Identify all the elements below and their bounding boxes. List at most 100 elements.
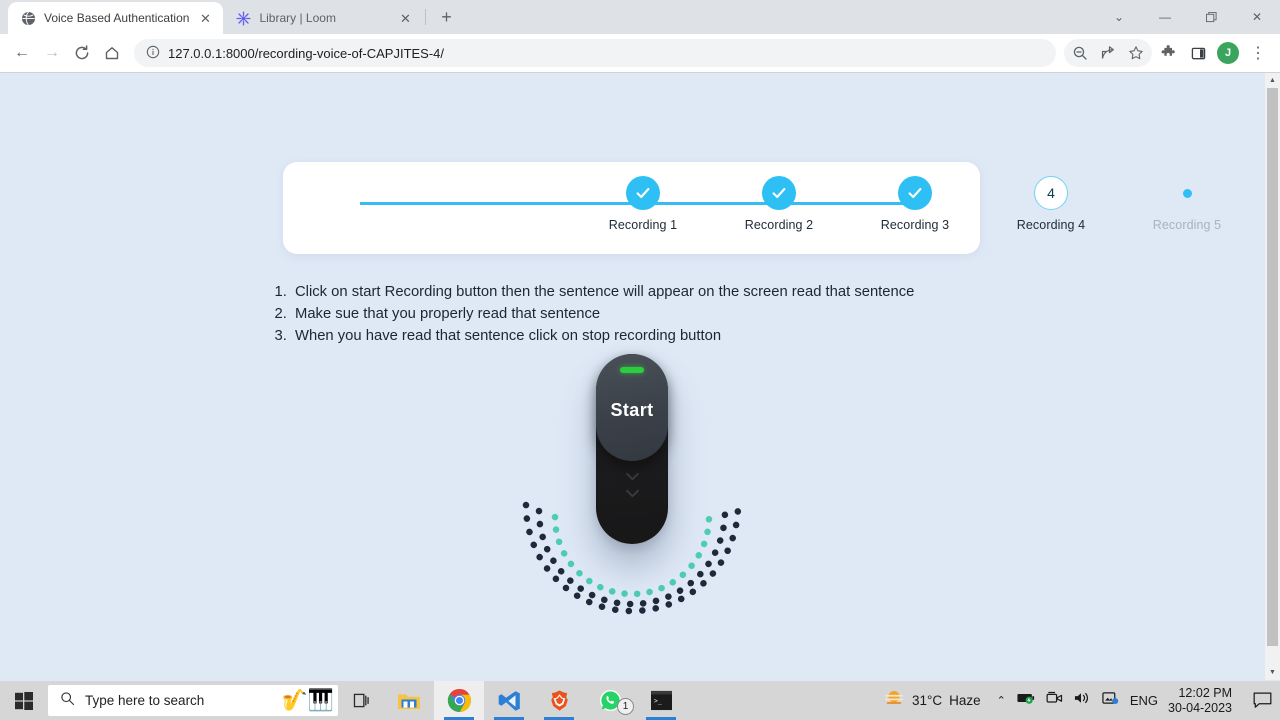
instructions-list: Click on start Recording button then the… — [275, 281, 1035, 347]
device-chevrons — [596, 472, 668, 498]
browser-menu-icon[interactable]: ⋮ — [1244, 39, 1272, 67]
onedrive-icon[interactable] — [1102, 691, 1119, 710]
notification-badge: 1 — [617, 698, 634, 715]
svg-text:>_: >_ — [653, 697, 662, 705]
profile-initial: J — [1217, 42, 1239, 64]
url-text: 127.0.0.1:8000/recording-voice-of-CAPJIT… — [168, 45, 445, 61]
file-explorer-icon[interactable] — [384, 681, 434, 720]
browser-tab-0[interactable]: Voice Based Authentication ✕ — [8, 2, 224, 34]
search-decoration-icon: 🎷🎹 — [281, 689, 334, 712]
scroll-down-icon[interactable]: ▼ — [1265, 665, 1280, 680]
list-item: Make sue that you properly read that sen… — [291, 303, 1035, 325]
search-minus-icon[interactable] — [1066, 39, 1094, 67]
web-page-content: Recording 1 Recording 2 Recording 3 4 Re… — [0, 73, 1265, 680]
browser-toolbar: ← → 127.0.0.1:8000/recording-voice-of-CA… — [0, 34, 1280, 72]
stepper-current-marker: 4 — [1034, 176, 1068, 210]
globe-icon — [20, 10, 36, 26]
recording-progress-card: Recording 1 Recording 2 Recording 3 4 Re… — [283, 162, 1221, 254]
browser-tab-1[interactable]: Library | Loom ✕ — [223, 2, 424, 34]
forward-icon[interactable]: → — [38, 39, 66, 67]
back-icon[interactable]: ← — [8, 39, 36, 67]
google-chrome-icon[interactable] — [434, 681, 484, 720]
stepper-label: Recording 1 — [608, 218, 678, 232]
stepper-label: Recording 3 — [880, 218, 950, 232]
camera-icon[interactable] — [1046, 691, 1063, 710]
task-view-icon[interactable] — [338, 681, 384, 720]
info-circle-icon[interactable] — [146, 45, 160, 62]
list-item: Click on start Recording button then the… — [291, 281, 1035, 303]
clock-date: 30-04-2023 — [1168, 700, 1232, 715]
show-hidden-icons[interactable]: ⌃ — [997, 694, 1006, 707]
search-placeholder: Type here to search — [85, 693, 205, 708]
page-viewport: Recording 1 Recording 2 Recording 3 4 Re… — [0, 73, 1280, 680]
loom-icon — [235, 10, 251, 26]
maximize-button[interactable] — [1188, 0, 1234, 34]
vscode-icon[interactable] — [484, 681, 534, 720]
share-icon[interactable] — [1094, 39, 1122, 67]
whatsapp-icon[interactable]: 1 — [584, 681, 636, 720]
new-tab-button[interactable]: + — [432, 3, 460, 31]
stepper-label: Recording 5 — [1152, 218, 1222, 232]
recording-device[interactable]: Start — [596, 354, 668, 544]
address-bar[interactable]: 127.0.0.1:8000/recording-voice-of-CAPJIT… — [134, 39, 1056, 67]
stepper: Recording 1 Recording 2 Recording 3 4 Re… — [283, 162, 1221, 254]
search-input[interactable]: Type here to search 🎷🎹 — [48, 685, 338, 716]
recording-led-indicator — [620, 367, 644, 373]
stepper-pending-marker — [1170, 176, 1204, 210]
chevron-down-icon — [625, 472, 640, 481]
check-icon — [762, 176, 796, 210]
language-indicator[interactable]: ENG — [1130, 693, 1158, 708]
close-icon[interactable]: ✕ — [197, 10, 213, 26]
weather-widget[interactable]: 31°C Haze — [883, 688, 997, 713]
search-icon — [60, 691, 75, 711]
tab-title: Voice Based Authentication — [44, 11, 190, 25]
close-window-button[interactable]: ✕ — [1234, 0, 1280, 34]
weather-temperature: 31°C — [911, 693, 943, 708]
brave-icon[interactable] — [534, 681, 584, 720]
taskbar-clock[interactable]: 12:02 PM 30-04-2023 — [1168, 686, 1244, 716]
system-tray: ⌃ ENG — [997, 691, 1168, 710]
stepper-step-4[interactable]: 4 Recording 4 — [991, 176, 1111, 232]
terminal-icon[interactable]: >_ — [636, 681, 686, 720]
minimize-button[interactable]: — — [1142, 0, 1188, 34]
stepper-step-5[interactable]: Recording 5 — [1127, 176, 1247, 232]
windows-taskbar: Type here to search 🎷🎹 1 >_ 31°C Haze ⌃ … — [0, 681, 1280, 720]
stepper-label: Recording 2 — [744, 218, 814, 232]
start-icon[interactable] — [0, 681, 48, 720]
stepper-step-3[interactable]: Recording 3 — [855, 176, 975, 232]
stepper-step-2[interactable]: Recording 2 — [719, 176, 839, 232]
check-icon — [898, 176, 932, 210]
tab-title: Library | Loom — [259, 11, 336, 25]
dot-icon — [1182, 188, 1192, 198]
check-icon — [626, 176, 660, 210]
reload-icon[interactable] — [68, 39, 96, 67]
scroll-up-icon[interactable]: ▲ — [1265, 73, 1280, 88]
clock-time: 12:02 PM — [1178, 685, 1232, 700]
notification-icon[interactable] — [1244, 681, 1280, 720]
omnibox-action-group — [1064, 39, 1152, 67]
start-recording-button[interactable]: Start — [596, 354, 668, 461]
tab-divider — [425, 9, 427, 25]
avatar[interactable]: J — [1214, 39, 1242, 67]
toolbar-actions: J ⋮ — [1064, 39, 1272, 67]
side-panel-icon[interactable] — [1184, 39, 1212, 67]
stepper-step-1[interactable]: Recording 1 — [583, 176, 703, 232]
scrollbar-thumb[interactable] — [1267, 88, 1278, 646]
home-icon[interactable] — [98, 39, 126, 67]
star-icon[interactable] — [1122, 39, 1150, 67]
haze-icon — [883, 688, 905, 713]
close-icon[interactable]: ✕ — [397, 10, 413, 26]
tab-search-icon[interactable]: ⌄ — [1096, 0, 1142, 34]
chevron-down-icon — [625, 489, 640, 498]
start-button-label: Start — [610, 400, 654, 420]
browser-chrome: Voice Based Authentication ✕ Library | L… — [0, 0, 1280, 73]
page-scrollbar[interactable]: ▲ ▼ — [1265, 73, 1280, 680]
volume-icon[interactable] — [1074, 691, 1091, 710]
battery-icon[interactable] — [1017, 691, 1035, 710]
puzzle-icon[interactable] — [1154, 39, 1182, 67]
tab-strip: Voice Based Authentication ✕ Library | L… — [0, 0, 1280, 34]
stepper-label: Recording 4 — [1016, 218, 1086, 232]
weather-condition: Haze — [949, 693, 981, 708]
list-item: When you have read that sentence click o… — [291, 325, 1035, 347]
window-controls: ⌄ — ✕ — [1096, 0, 1280, 34]
